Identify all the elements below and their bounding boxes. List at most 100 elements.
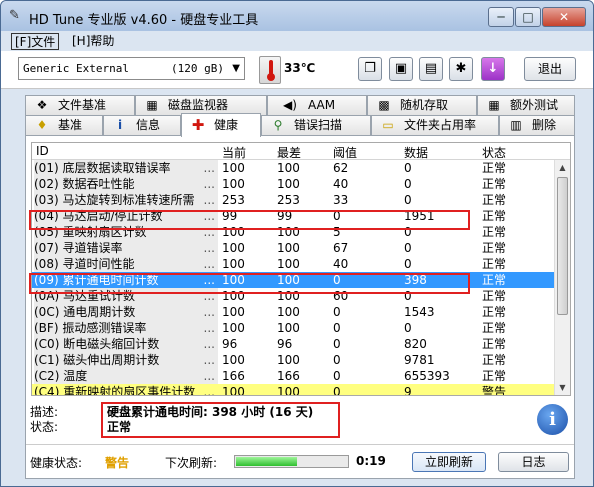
column-header[interactable]: ID <box>36 144 49 158</box>
tab-aam[interactable]: ◀) AAM <box>267 95 367 115</box>
table-row[interactable]: (0C) 通电周期计数... 100 100 0 1543 正常 <box>32 304 556 320</box>
threshold-value: 67 <box>333 241 349 255</box>
threshold-value: 60 <box>333 289 349 303</box>
vertical-scrollbar[interactable]: ▲ ▼ <box>554 160 570 395</box>
current-value: 253 <box>222 193 245 207</box>
tab-folder-usage[interactable]: ▭ 文件夹占用率 <box>371 115 499 135</box>
tab-random-access[interactable]: ▩ 随机存取 <box>367 95 477 115</box>
scroll-down-icon[interactable]: ▼ <box>555 380 570 395</box>
status-value: 正常 <box>482 225 507 239</box>
table-row[interactable]: (C1) 磁头伸出周期计数... 100 100 0 9781 正常 <box>32 352 556 368</box>
table-row[interactable]: (09) 累计通电时间计数... 100 100 0 398 正常 <box>32 272 556 288</box>
info-button[interactable]: i <box>537 404 568 435</box>
status-value: 正常 <box>482 273 507 287</box>
worst-value: 100 <box>277 161 300 175</box>
tab-file-benchmark[interactable]: ❖ 文件基准 <box>25 95 135 115</box>
tab-error-scan[interactable]: ⚲ 错误扫描 <box>261 115 371 135</box>
worst-value: 253 <box>277 193 300 207</box>
table-row[interactable]: (C0) 断电磁头缩回计数... 96 96 0 820 正常 <box>32 336 556 352</box>
table-row[interactable]: (01) 底层数据读取错误率... 100 100 62 0 正常 <box>32 160 556 176</box>
table-row[interactable]: (C4) 重新映射的扇区事件计数... 100 100 0 9 警告 <box>32 384 556 396</box>
threshold-value: 33 <box>333 193 349 207</box>
attribute-name: (07) 寻道错误率 <box>34 240 218 256</box>
tab-health[interactable]: ✚ 健康 <box>181 113 261 137</box>
attribute-name: (0A) 马达重试计数 <box>34 288 218 304</box>
table-row[interactable]: (02) 数据吞吐性能... 100 100 40 0 正常 <box>32 176 556 192</box>
close-button[interactable]: ✕ <box>542 7 586 27</box>
table-row[interactable]: (03) 马达旋转到标准转速所需... 253 253 33 0 正常 <box>32 192 556 208</box>
threshold-value: 0 <box>333 385 341 396</box>
maximize-button[interactable]: □ <box>515 7 541 27</box>
save-button[interactable]: ▤ <box>419 57 443 81</box>
table-row[interactable]: (C2) 温度... 166 166 0 655393 正常 <box>32 368 556 384</box>
log-button[interactable]: 日志 <box>498 452 569 472</box>
threshold-value: 5 <box>333 225 341 239</box>
table-row[interactable]: (07) 寻道错误率... 100 100 67 0 正常 <box>32 240 556 256</box>
ellipsis: ... <box>196 240 218 256</box>
scroll-thumb[interactable] <box>557 177 568 315</box>
random-access-icon: ▩ <box>378 98 390 112</box>
title-bar[interactable]: ✎ HD Tune 专业版 v4.60 - 硬盘专业工具 ─ □ ✕ <box>1 1 593 31</box>
copy-screenshot-button[interactable]: ▣ <box>389 57 413 81</box>
table-row[interactable]: (0A) 马达重试计数... 100 100 60 0 正常 <box>32 288 556 304</box>
raw-data-value: 9 <box>404 385 412 396</box>
threshold-value: 40 <box>333 177 349 191</box>
menu-help[interactable]: [H]帮助 <box>69 33 117 50</box>
table-row[interactable]: (08) 寻道时间性能... 100 100 40 0 正常 <box>32 256 556 272</box>
temperature-readout: 33℃ <box>284 61 316 75</box>
refresh-now-button[interactable]: 立即刷新 <box>412 452 486 472</box>
chevron-down-icon: ▼ <box>232 63 240 74</box>
worst-value: 100 <box>277 385 300 396</box>
attribute-name: (C2) 温度 <box>34 368 218 384</box>
column-header[interactable]: 阈值 <box>333 144 357 161</box>
drive-select[interactable]: Generic External (120 gB) ▼ <box>18 57 245 80</box>
tab-benchmark[interactable]: ♦ 基准 <box>25 115 103 135</box>
tab-erase[interactable]: ▥ 删除 <box>499 115 575 135</box>
threshold-value: 0 <box>333 369 341 383</box>
ellipsis: ... <box>196 176 218 192</box>
current-value: 100 <box>222 353 245 367</box>
column-header[interactable]: 当前 <box>222 144 246 161</box>
current-value: 100 <box>222 257 245 271</box>
drive-name: Generic External <box>23 62 129 75</box>
scroll-up-icon[interactable]: ▲ <box>555 160 570 175</box>
extra-tests-icon: ▦ <box>488 98 500 112</box>
wrench-icon: ✱ <box>455 61 467 76</box>
copy-text-button[interactable]: ❐ <box>358 57 382 81</box>
exit-button[interactable]: 退出 <box>524 57 576 81</box>
table-row[interactable]: (04) 马达启动/停止计数... 99 99 0 1951 正常 <box>32 208 556 224</box>
tab-row-bottom: ♦ 基准 i 信息 ✚ 健康 ⚲ 错误扫描 ▭ 文件夹占用率 ▥ 删除 <box>25 113 575 137</box>
health-cross-icon: ✚ <box>191 116 205 134</box>
window-title: HD Tune 专业版 v4.60 - 硬盘专业工具 <box>29 13 259 28</box>
threshold-value: 40 <box>333 257 349 271</box>
raw-data-value: 820 <box>404 337 427 351</box>
column-header[interactable]: 数据 <box>404 144 428 161</box>
table-row[interactable]: (BF) 振动感测错误率... 100 100 0 0 正常 <box>32 320 556 336</box>
options-button[interactable]: ✱ <box>449 57 473 81</box>
status-value: 警告 <box>482 385 507 396</box>
raw-data-value: 0 <box>404 193 412 207</box>
worst-value: 100 <box>277 257 300 271</box>
column-header[interactable]: 状态 <box>482 144 506 161</box>
column-header[interactable]: 最差 <box>277 144 301 161</box>
raw-data-value: 1951 <box>404 209 435 223</box>
menu-file[interactable]: [F]文件 <box>11 33 60 50</box>
minimize-button[interactable]: ─ <box>488 7 514 27</box>
tab-disk-monitor[interactable]: ▦ 磁盘监视器 <box>135 95 267 115</box>
raw-data-value: 0 <box>404 225 412 239</box>
worst-value: 166 <box>277 369 300 383</box>
floppy-disk-icon: ▤ <box>424 61 438 76</box>
worst-value: 99 <box>277 209 293 223</box>
worst-value: 100 <box>277 177 300 191</box>
table-row[interactable]: (05) 重映射扇区计数... 100 100 5 0 正常 <box>32 224 556 240</box>
tab-info[interactable]: i 信息 <box>103 115 181 135</box>
attribute-name: (0C) 通电周期计数 <box>34 304 218 320</box>
current-value: 100 <box>222 305 245 319</box>
status-value: 正常 <box>482 257 507 271</box>
current-value: 100 <box>222 225 245 239</box>
copy-icon: ❐ <box>364 61 376 76</box>
download-button[interactable]: ↓ <box>481 57 505 81</box>
attribute-name: (C0) 断电磁头缩回计数 <box>34 336 218 352</box>
tab-extra-tests[interactable]: ▦ 额外测试 <box>477 95 575 115</box>
attribute-name: (04) 马达启动/停止计数 <box>34 208 218 224</box>
